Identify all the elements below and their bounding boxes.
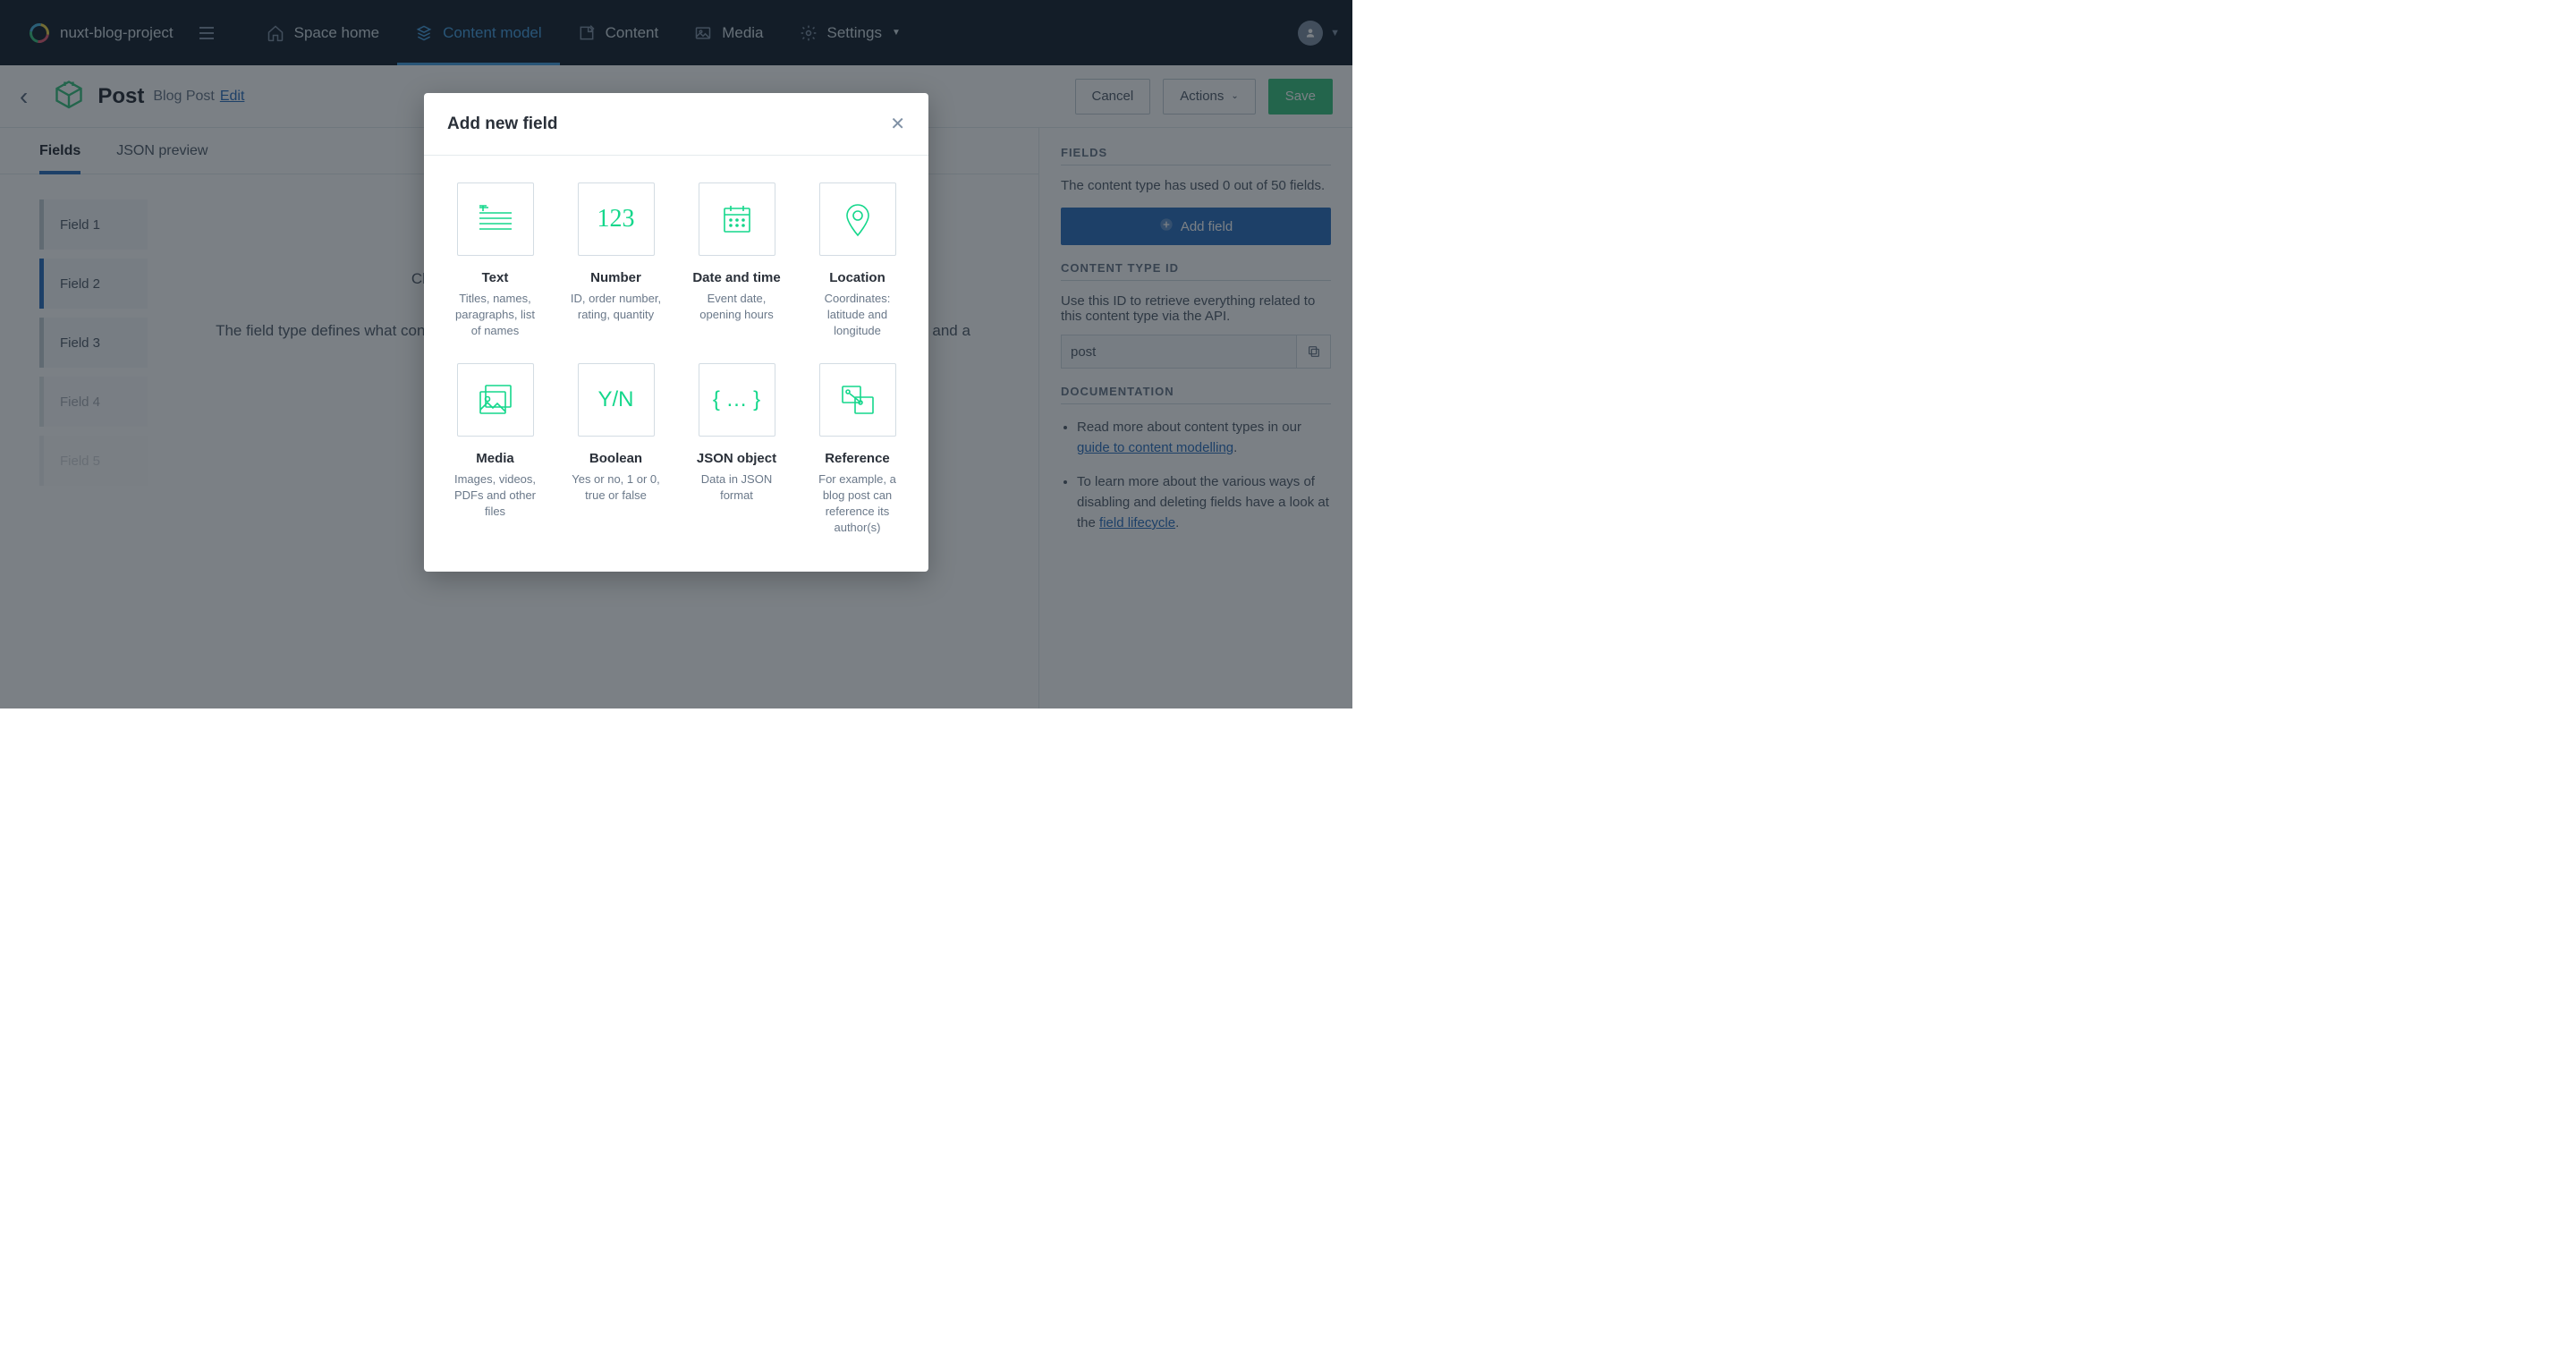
close-icon[interactable]: ✕: [890, 113, 905, 135]
text-icon: [457, 182, 534, 256]
add-field-modal: Add new field ✕ Text Titles, names, para…: [424, 93, 928, 572]
number-icon: 123: [578, 182, 655, 256]
field-type-datetime[interactable]: Date and time Event date, opening hours: [691, 182, 783, 340]
field-type-desc: ID, order number, rating, quantity: [570, 291, 662, 323]
json-icon: { … }: [699, 363, 775, 437]
field-type-name: Text: [449, 270, 541, 285]
field-type-desc: Event date, opening hours: [691, 291, 783, 323]
field-type-name: Number: [570, 270, 662, 285]
field-type-desc: For example, a blog post can reference i…: [811, 471, 903, 537]
field-type-desc: Coordinates: latitude and longitude: [811, 291, 903, 340]
field-type-media[interactable]: Media Images, videos, PDFs and other fil…: [449, 363, 541, 537]
field-type-boolean[interactable]: Y/N Boolean Yes or no, 1 or 0, true or f…: [570, 363, 662, 537]
field-type-name: JSON object: [691, 451, 783, 466]
media-icon: [457, 363, 534, 437]
field-type-desc: Images, videos, PDFs and other files: [449, 471, 541, 521]
pin-icon: [819, 182, 896, 256]
field-type-desc: Titles, names, paragraphs, list of names: [449, 291, 541, 340]
field-type-text[interactable]: Text Titles, names, paragraphs, list of …: [449, 182, 541, 340]
field-type-name: Reference: [811, 451, 903, 466]
calendar-icon: [699, 182, 775, 256]
field-type-desc: Data in JSON format: [691, 471, 783, 504]
reference-icon: [819, 363, 896, 437]
field-type-number[interactable]: 123 Number ID, order number, rating, qua…: [570, 182, 662, 340]
field-type-reference[interactable]: Reference For example, a blog post can r…: [811, 363, 903, 537]
field-type-name: Date and time: [691, 270, 783, 285]
field-type-location[interactable]: Location Coordinates: latitude and longi…: [811, 182, 903, 340]
field-type-name: Boolean: [570, 451, 662, 466]
modal-title: Add new field: [447, 115, 558, 134]
boolean-icon: Y/N: [578, 363, 655, 437]
field-type-json[interactable]: { … } JSON object Data in JSON format: [691, 363, 783, 537]
field-type-desc: Yes or no, 1 or 0, true or false: [570, 471, 662, 504]
field-type-name: Location: [811, 270, 903, 285]
field-type-name: Media: [449, 451, 541, 466]
